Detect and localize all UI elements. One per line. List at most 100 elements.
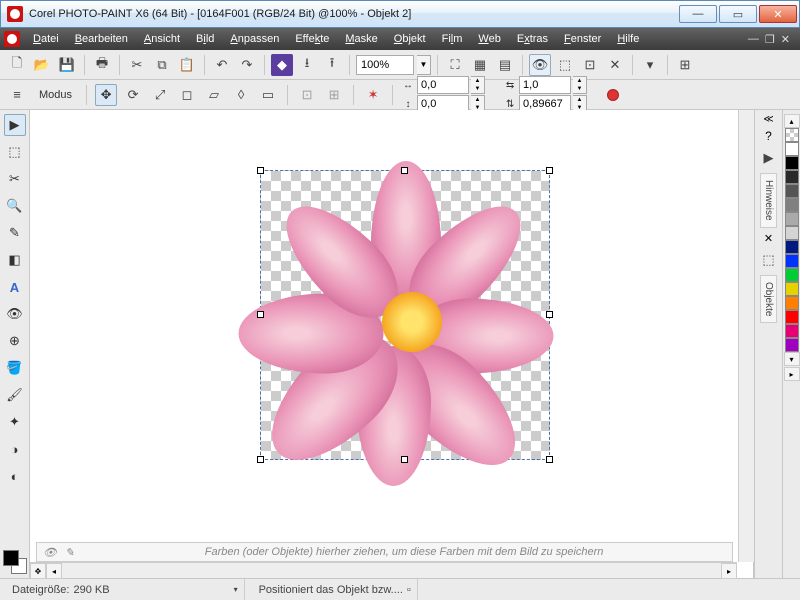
redo-button[interactable]: ↷ [236,54,258,76]
menu-objekt[interactable]: Objekt [387,31,433,47]
close-tab-button[interactable]: ✕ [764,232,773,245]
record-indicator-icon[interactable] [607,89,619,101]
redeye-tool[interactable]: 👁 [4,303,26,325]
save-button[interactable]: 💾 [56,54,78,76]
horizontal-scrollbar[interactable]: ✥ ◂ ▸ [30,562,737,578]
rotate-mode-button[interactable]: ⟳ [122,84,144,106]
handle-ml[interactable] [257,311,264,318]
options-button[interactable]: ▾ [639,54,661,76]
handle-tc[interactable] [401,167,408,174]
hints-picker-icon[interactable]: ▶ [758,147,780,169]
zoom-tool[interactable]: 🔍 [4,195,26,217]
fullscreen-button[interactable]: ⛶ [444,54,466,76]
crop-tool[interactable]: ✂ [4,168,26,190]
clear-mask-button[interactable]: ✕ [604,54,626,76]
menu-maske[interactable]: Maske [338,31,384,47]
app-launcher-button[interactable]: ⊞ [674,54,696,76]
palette-color-10[interactable] [785,282,799,296]
menu-fenster[interactable]: Fenster [557,31,608,47]
mdi-restore-button[interactable]: ❐ [765,33,775,46]
objects-icon[interactable]: ⬚ [758,249,780,271]
docker-expand-button[interactable]: ≪ [763,114,773,125]
scale-x-field[interactable]: 1,0 [519,76,571,94]
mask-overlay-button[interactable]: 👁 [529,54,551,76]
copy-button[interactable]: ⧉ [151,54,173,76]
effect-tool[interactable]: ✦ [4,411,26,433]
undo-button[interactable]: ↶ [211,54,233,76]
objects-tab[interactable]: Objekte [760,275,777,323]
perspective-mode-button[interactable]: ▭ [257,84,279,106]
new-button[interactable]: 🗋 [6,54,28,76]
close-button[interactable]: ✕ [759,5,797,23]
menu-datei[interactable]: Datei [26,31,66,47]
shadow-tool[interactable]: ◑ [4,438,26,460]
foreground-color-swatch[interactable] [3,550,19,566]
canvas-area[interactable]: 👁 ✎ Farben (oder Objekte) hierher ziehen… [30,110,754,578]
handle-mr[interactable] [546,311,553,318]
help-button[interactable]: ? [765,129,772,143]
print-button[interactable]: 🖶 [91,54,113,76]
filesize-menu-icon[interactable]: ▾ [234,585,238,594]
eraser-tool[interactable]: ◧ [4,249,26,271]
menu-bearbeiten[interactable]: Bearbeiten [68,31,135,47]
skew-mode-button[interactable]: ▱ [203,84,225,106]
mdi-minimize-button[interactable]: — [748,33,759,46]
zoom-level-field[interactable]: 100% [356,55,414,75]
paste-button[interactable]: 📋 [176,54,198,76]
minimize-button[interactable]: — [679,5,717,23]
palette-flyout-button[interactable]: ▸ [784,367,800,381]
open-button[interactable]: 📂 [31,54,53,76]
import-button[interactable]: ⭳ [296,54,318,76]
handle-tr[interactable] [546,167,553,174]
app-menu-icon[interactable] [4,31,20,47]
distort-mode-button[interactable]: ◊ [230,84,252,106]
pick-tool[interactable]: ▶ [4,114,26,136]
grid-button[interactable]: ▤ [494,54,516,76]
pos-x-field[interactable]: 0,0 [417,76,469,94]
pos-x-spinner[interactable]: ▲▼ [471,76,485,94]
nav-popup-button[interactable]: ✥ [30,563,46,579]
menu-effekte[interactable]: Effekte [288,31,336,47]
text-tool[interactable]: A [4,276,26,298]
maximize-button[interactable]: ▭ [719,5,757,23]
handle-br[interactable] [546,456,553,463]
menu-web[interactable]: Web [471,31,507,47]
palette-color-13[interactable] [785,324,799,338]
menu-extras[interactable]: Extras [510,31,555,47]
vertical-scrollbar[interactable] [738,110,754,562]
position-mode-button[interactable]: ✥ [95,84,117,106]
palette-color-5[interactable] [785,212,799,226]
palette-color-9[interactable] [785,268,799,282]
palette-color-1[interactable] [785,156,799,170]
palette-color-8[interactable] [785,254,799,268]
size-mode-button[interactable]: ◻ [176,84,198,106]
scroll-left-button[interactable]: ◂ [46,563,62,579]
launcher-button[interactable]: ◆ [271,54,293,76]
handle-bl[interactable] [257,456,264,463]
palette-color-3[interactable] [785,184,799,198]
menu-film[interactable]: Film [435,31,470,47]
color-drop-hint-bar[interactable]: 👁 ✎ Farben (oder Objekte) hierher ziehen… [36,542,733,562]
apply-button[interactable]: ✶ [362,84,384,106]
handle-tl[interactable] [257,167,264,174]
zoom-dropdown[interactable]: ▼ [417,55,431,75]
palette-color-6[interactable] [785,226,799,240]
paint-tool[interactable]: 🖌 [4,384,26,406]
rect-mask-tool[interactable]: ⬚ [4,141,26,163]
cut-button[interactable]: ✂ [126,54,148,76]
mdi-close-button[interactable]: ✕ [781,33,790,46]
eyedropper-tool[interactable]: ✎ [4,222,26,244]
menu-anpassen[interactable]: Anpassen [223,31,286,47]
clone-tool[interactable]: ⊕ [4,330,26,352]
rulers-button[interactable]: ▦ [469,54,491,76]
palette-color-2[interactable] [785,170,799,184]
menu-hilfe[interactable]: Hilfe [610,31,646,47]
hints-tab[interactable]: Hinweise [760,173,777,228]
palette-color-7[interactable] [785,240,799,254]
scale-x-spinner[interactable]: ▲▼ [573,76,587,94]
palette-down-button[interactable]: ▾ [784,352,800,366]
handle-bc[interactable] [401,456,408,463]
menu-ansicht[interactable]: Ansicht [137,31,187,47]
menu-bild[interactable]: Bild [189,31,221,47]
palette-up-button[interactable]: ▴ [784,114,800,128]
